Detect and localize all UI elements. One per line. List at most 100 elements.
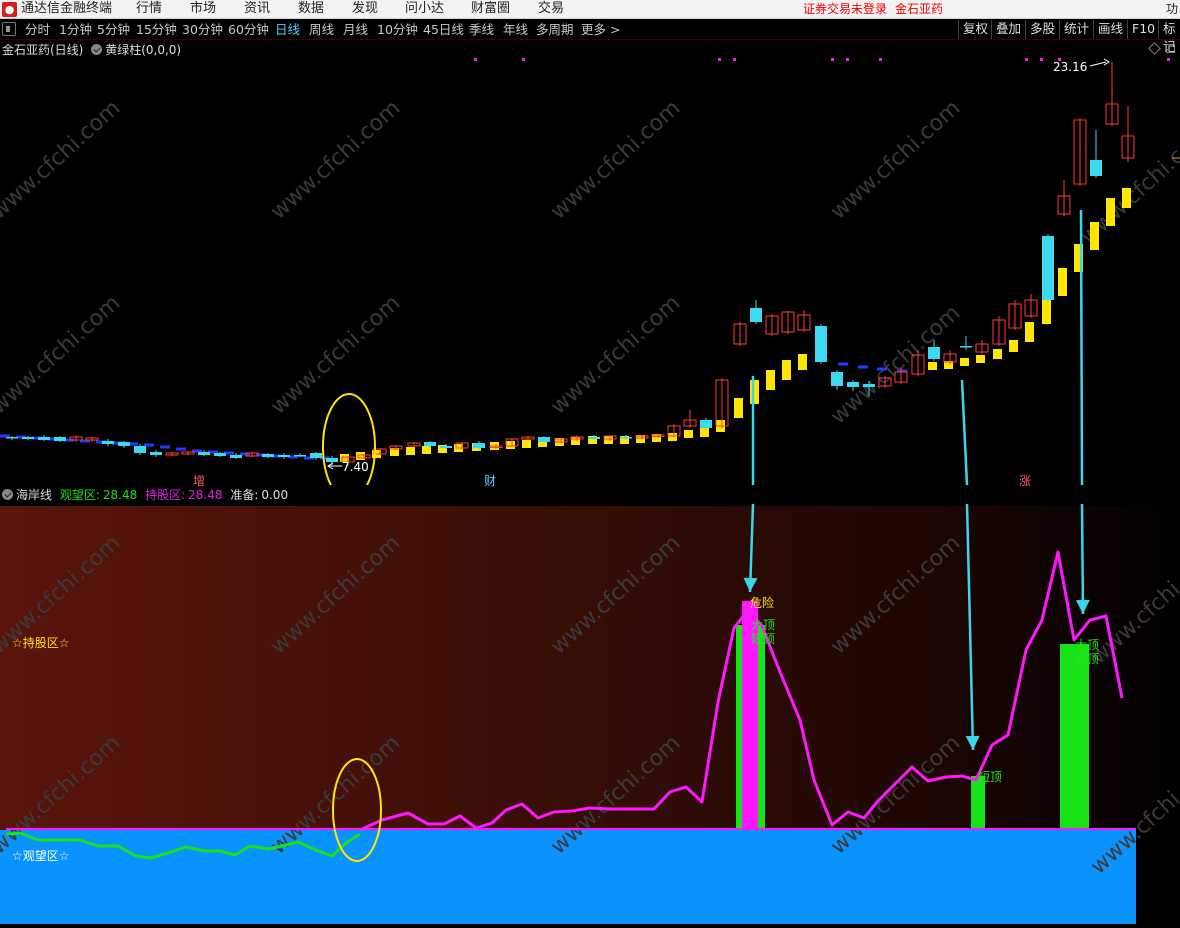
- period-button[interactable]: 1分钟: [59, 21, 92, 38]
- period-button[interactable]: 30分钟: [182, 21, 223, 38]
- candle-body-down: [960, 346, 972, 348]
- yellow-ma-segment: [700, 427, 709, 437]
- tool-draw[interactable]: 画线: [1093, 20, 1127, 39]
- tool-multi[interactable]: 多股: [1025, 20, 1059, 39]
- top-signal-dot: [831, 58, 834, 61]
- main-indicator-label[interactable]: 黄绿柱(0,0,0): [105, 43, 181, 57]
- tool-mark[interactable]: 标记: [1158, 20, 1180, 54]
- yellow-ma-segment: [960, 358, 969, 366]
- candle-body-down: [700, 420, 712, 428]
- candle-body-down: [54, 437, 66, 441]
- period-button-active[interactable]: 日线: [275, 21, 300, 38]
- field-watch-value: 28.48: [102, 488, 138, 502]
- hold-zone-background: [0, 506, 1180, 830]
- candle-body-down: [38, 437, 50, 440]
- tool-f10[interactable]: F10: [1127, 20, 1159, 39]
- tool-overlay[interactable]: 叠加: [991, 20, 1025, 39]
- period-button[interactable]: 45日线: [423, 21, 464, 38]
- candle-body-down: [847, 382, 859, 387]
- yellow-ma-segment: [1106, 198, 1115, 226]
- sub-indicator-menu-icon[interactable]: [2, 489, 13, 500]
- candle-body-down: [150, 452, 162, 455]
- period-button[interactable]: 60分钟: [228, 21, 269, 38]
- arrow-3-upper: [1079, 209, 1084, 485]
- period-button[interactable]: 月线: [343, 21, 368, 38]
- field-ready-value: 0.00: [261, 488, 289, 502]
- more-periods-button[interactable]: 更多 >: [581, 21, 620, 38]
- yellow-ma-segment: [976, 355, 985, 363]
- candle-body-down: [326, 458, 338, 462]
- yellow-ma-segment: [734, 398, 743, 418]
- candle-body-down: [22, 437, 34, 439]
- candle-body-down: [230, 455, 242, 458]
- top-signal-dot: [733, 58, 736, 61]
- main-chart-title: 金石亚药(日线): [2, 43, 84, 57]
- diamond-icon[interactable]: [1148, 42, 1161, 55]
- candle-body-down: [310, 453, 322, 458]
- tool-stats[interactable]: 统计: [1059, 20, 1093, 39]
- top-signal-dot: [1167, 58, 1170, 61]
- blue-ma-segment: [160, 445, 170, 449]
- watermark-text: www.cfchi.com: [826, 96, 965, 225]
- yellow-ma-segment: [798, 354, 807, 370]
- square-icon[interactable]: [1166, 44, 1175, 53]
- yellow-ma-segment: [782, 360, 791, 380]
- arrow-3: [1080, 504, 1085, 615]
- menu-market[interactable]: 市场: [190, 0, 216, 18]
- sub-indicator-name[interactable]: 海岸线: [16, 488, 52, 502]
- period-button[interactable]: 15分钟: [136, 21, 177, 38]
- menu-ask[interactable]: 问小达: [405, 0, 444, 18]
- marker-zhang: 涨: [1019, 474, 1032, 488]
- sidebar-toggle-icon[interactable]: [2, 22, 16, 36]
- app-logo-icon: ●: [2, 2, 17, 17]
- marker-zeng: 增: [193, 474, 206, 488]
- period-button[interactable]: 10分钟: [377, 21, 418, 38]
- yellow-ma-segment: [506, 441, 515, 449]
- candle-body-down: [278, 455, 290, 457]
- sub-chart-header: 海岸线 观望区: 28.48 持股区: 28.48 准备: 0.00: [2, 488, 288, 502]
- signal-short-top-3: 短顶: [1075, 652, 1100, 666]
- yellow-ma-segment: [668, 433, 677, 441]
- candle-body-down: [588, 437, 600, 439]
- top-signal-dot: [522, 58, 525, 61]
- period-button[interactable]: 年线: [503, 21, 528, 38]
- signal-danger: 危险: [750, 596, 775, 610]
- candle-body-down: [440, 446, 452, 448]
- yellow-ma-segment: [604, 436, 613, 444]
- zone-hold-label: ☆持股区☆: [12, 636, 70, 650]
- candle-body-down: [620, 437, 632, 439]
- indicator-menu-icon[interactable]: [91, 44, 103, 55]
- yellow-ma-segment: [750, 380, 759, 404]
- menu-trade[interactable]: 交易: [538, 0, 564, 18]
- candle-body-down: [214, 453, 226, 456]
- top-signal-dot: [879, 58, 882, 61]
- tool-fuquan[interactable]: 复权: [958, 20, 992, 39]
- period-button[interactable]: 多周期: [536, 21, 574, 38]
- watermark-text: www.cfchi.com: [0, 291, 125, 420]
- menu-data[interactable]: 数据: [298, 0, 324, 18]
- field-ready-label: 准备:: [230, 488, 259, 502]
- candle-body-down: [102, 441, 114, 444]
- menu-news[interactable]: 资讯: [244, 0, 270, 18]
- menu-quotes[interactable]: 行情: [136, 0, 162, 18]
- coastline-indicator-chart[interactable]: www.cfchi.com www.cfchi.com www.cfchi.com w…: [0, 504, 1180, 928]
- period-button[interactable]: 周线: [309, 21, 334, 38]
- login-status[interactable]: 证券交易未登录: [803, 0, 887, 18]
- top-signal-dot: [846, 58, 849, 61]
- blue-ma-segment: [877, 367, 887, 371]
- period-button[interactable]: 分时: [25, 21, 50, 38]
- period-button[interactable]: 季线: [469, 21, 494, 38]
- high-pointer-line: [1089, 61, 1107, 67]
- main-price-chart[interactable]: www.cfchi.com www.cfchi.com www.cfchi.com w…: [0, 57, 1180, 485]
- yellow-ma-segment: [928, 362, 937, 370]
- menu-wealth[interactable]: 财富圈: [471, 0, 510, 18]
- menu-discover[interactable]: 发现: [352, 0, 378, 18]
- top-signal-dot: [1025, 58, 1028, 61]
- candle-body-down: [1090, 160, 1102, 176]
- high-price-label: 23.16: [1053, 60, 1088, 74]
- field-hold-value: 28.48: [188, 488, 223, 502]
- period-button[interactable]: 5分钟: [97, 21, 130, 38]
- stock-name-title: 金石亚药: [895, 2, 944, 16]
- title-edge-label: 功: [1165, 2, 1178, 16]
- candle-body-down: [424, 442, 436, 446]
